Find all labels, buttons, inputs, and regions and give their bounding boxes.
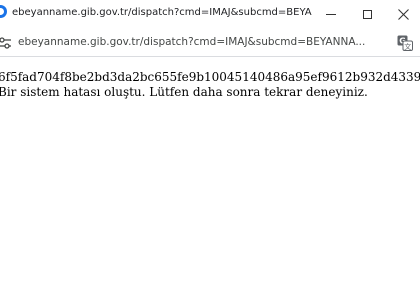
maximize-icon xyxy=(362,9,372,19)
maximize-button[interactable] xyxy=(349,0,385,28)
translate-icon[interactable]: G 文 xyxy=(397,35,413,51)
hash-text: 6f5fad704f8be2bd3da2bc655fe9b10045140486… xyxy=(0,70,420,84)
svg-text:文: 文 xyxy=(404,42,411,51)
window-title: ebeyanname.gib.gov.tr/dispatch?cmd=IMAJ&… xyxy=(12,7,312,18)
minimize-button[interactable] xyxy=(313,0,349,28)
close-button[interactable] xyxy=(385,0,420,28)
page-content: 6f5fad704f8be2bd3da2bc655fe9b10045140486… xyxy=(0,70,420,100)
close-icon xyxy=(397,8,409,20)
error-message: Bir sistem hatası oluştu. Lütfen daha so… xyxy=(0,85,368,99)
tune-icon[interactable] xyxy=(0,36,12,50)
url-field[interactable]: ebeyanname.gib.gov.tr/dispatch?cmd=IMAJ&… xyxy=(18,36,388,48)
minimize-icon xyxy=(326,13,336,15)
title-bar: ebeyanname.gib.gov.tr/dispatch?cmd=IMAJ&… xyxy=(0,0,420,30)
globe-icon xyxy=(0,5,7,18)
address-bar: ebeyanname.gib.gov.tr/dispatch?cmd=IMAJ&… xyxy=(0,30,420,56)
browser-window: ebeyanname.gib.gov.tr/dispatch?cmd=IMAJ&… xyxy=(0,0,420,300)
toolbar-divider xyxy=(0,56,420,57)
